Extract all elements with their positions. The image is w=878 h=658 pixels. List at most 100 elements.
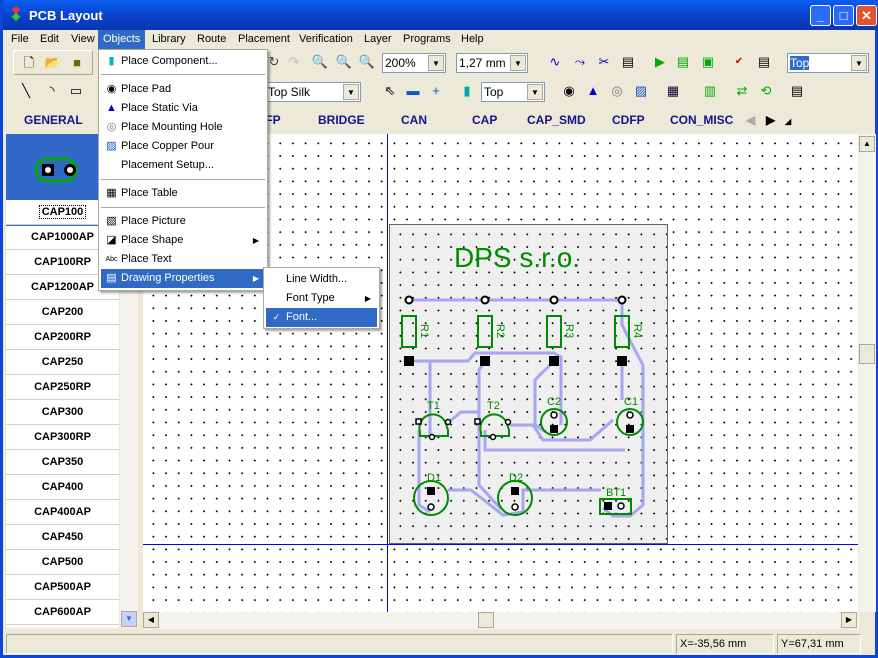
list-item[interactable]: CAP400 bbox=[6, 475, 119, 500]
tab-bridge[interactable]: BRIDGE bbox=[318, 113, 365, 127]
layer-combo[interactable]: Top ▼ bbox=[787, 53, 869, 73]
zoom-fit-icon[interactable]: 🔍 bbox=[358, 53, 376, 71]
minimize-button[interactable]: _ bbox=[810, 5, 831, 26]
list-item[interactable]: CAP500AP bbox=[6, 575, 119, 600]
line-tool-icon[interactable]: ╲ bbox=[17, 82, 35, 100]
menu-item-place-text[interactable]: Abc Place Text bbox=[101, 250, 265, 269]
menu-file[interactable]: File bbox=[6, 30, 34, 49]
menu-item-place-picture[interactable]: ▧ Place Picture bbox=[101, 212, 265, 231]
drc-report-icon[interactable]: ▤ bbox=[755, 53, 773, 71]
menu-objects[interactable]: Objects bbox=[98, 30, 146, 49]
tab-general[interactable]: GENERAL bbox=[24, 113, 83, 127]
zoom-out-icon[interactable]: 🔍 bbox=[335, 53, 353, 71]
drc-check-icon[interactable]: ✔ bbox=[730, 53, 748, 71]
scroll-thumb[interactable] bbox=[478, 612, 494, 628]
tab-cap[interactable]: CAP bbox=[472, 113, 497, 127]
list-item[interactable]: CAP300 bbox=[6, 400, 119, 425]
unroute-icon[interactable]: ✂ bbox=[595, 53, 613, 71]
menu-placement[interactable]: Placement bbox=[233, 30, 295, 49]
menu-edit[interactable]: Edit bbox=[35, 30, 64, 49]
tab-con-misc[interactable]: CON_MISC bbox=[670, 113, 733, 127]
scroll-left-icon[interactable]: ◀ bbox=[143, 612, 159, 628]
menu-item-place-component[interactable]: ▮ Place Component... bbox=[101, 52, 265, 71]
route-auto-icon[interactable]: ⤳ bbox=[571, 53, 589, 71]
menu-item-font-type[interactable]: Font Type ▶ bbox=[266, 289, 377, 308]
menu-route[interactable]: Route bbox=[192, 30, 231, 49]
list-item[interactable]: CAP300RP bbox=[6, 425, 119, 450]
run-icon[interactable]: ▶ bbox=[651, 53, 669, 71]
board-icon[interactable]: ▣ bbox=[699, 53, 717, 71]
scroll-thumb[interactable] bbox=[859, 344, 875, 364]
menu-item-place-static-via[interactable]: ▲ Place Static Via bbox=[101, 99, 265, 118]
zoom-in-icon[interactable]: 🔍 bbox=[311, 53, 329, 71]
pcb-board[interactable] bbox=[389, 224, 668, 544]
menu-item-drawing-properties[interactable]: ▤ Drawing Properties ▶ bbox=[101, 269, 265, 288]
menu-item-font[interactable]: ✓ Font... bbox=[266, 308, 377, 327]
chevron-down-icon[interactable]: ▼ bbox=[510, 55, 526, 71]
scroll-right-icon[interactable]: ▶ bbox=[841, 612, 857, 628]
horizontal-scrollbar[interactable]: ◀ ▶ bbox=[143, 612, 859, 629]
close-button[interactable]: ✕ bbox=[856, 5, 877, 26]
pad-layer-combo[interactable]: Top ▼ bbox=[481, 82, 545, 102]
via-icon[interactable]: ▲ bbox=[584, 82, 602, 100]
open-folder-icon[interactable]: 📂 bbox=[44, 54, 62, 72]
zoom-combo[interactable]: 200% ▼ bbox=[382, 53, 446, 73]
tab-scroll-left-icon[interactable]: ◀ bbox=[746, 113, 755, 127]
scroll-up-icon[interactable]: ▲ bbox=[859, 136, 875, 152]
align-icon[interactable]: ▥ bbox=[701, 82, 719, 100]
menu-item-place-mounting-hole[interactable]: ◎ Place Mounting Hole bbox=[101, 118, 265, 137]
menu-item-place-copper-pour[interactable]: ▨ Place Copper Pour bbox=[101, 137, 265, 156]
rectangle-tool-icon[interactable]: ▭ bbox=[67, 82, 85, 100]
chevron-down-icon[interactable]: ▼ bbox=[428, 55, 444, 71]
menu-verification[interactable]: Verification bbox=[294, 30, 358, 49]
crosshair-icon[interactable]: + bbox=[427, 82, 445, 100]
tab-scroll-right-icon[interactable]: ▶ bbox=[766, 113, 775, 127]
menu-help[interactable]: Help bbox=[456, 30, 489, 49]
list-item[interactable]: CAP450 bbox=[6, 525, 119, 550]
chevron-down-icon[interactable]: ▼ bbox=[851, 55, 867, 71]
list-item[interactable]: CAP250RP bbox=[6, 375, 119, 400]
list-item[interactable]: CAP250 bbox=[6, 350, 119, 375]
menu-view[interactable]: View bbox=[66, 30, 100, 49]
list-item[interactable]: CAP200RP bbox=[6, 325, 119, 350]
list-item[interactable]: CAP600AP bbox=[6, 600, 119, 625]
select-pointer-icon[interactable]: ⇖ bbox=[381, 82, 399, 100]
pad-icon[interactable]: ◉ bbox=[560, 82, 578, 100]
menu-layer[interactable]: Layer bbox=[359, 30, 397, 49]
vertical-scrollbar[interactable]: ▲ bbox=[859, 134, 876, 612]
silk-layer-combo[interactable]: Top Silk ▼ bbox=[265, 82, 361, 102]
route-report-icon[interactable]: ▤ bbox=[619, 53, 637, 71]
new-file-icon[interactable]: 🗋 bbox=[20, 54, 38, 72]
menu-item-place-shape[interactable]: ◪ Place Shape ▶ bbox=[101, 231, 265, 250]
tab-cap-smd[interactable]: CAP_SMD bbox=[527, 113, 586, 127]
arc-tool-icon[interactable]: ◝ bbox=[43, 82, 61, 100]
tab-menu-icon[interactable]: ◢ bbox=[785, 117, 791, 126]
scroll-down-icon[interactable]: ▼ bbox=[121, 611, 137, 627]
menu-library[interactable]: Library bbox=[147, 30, 191, 49]
mounting-hole-icon[interactable]: ◎ bbox=[608, 82, 626, 100]
maximize-button[interactable]: □ bbox=[833, 5, 854, 26]
route-icon[interactable]: ∿ bbox=[546, 53, 564, 71]
run-report-icon[interactable]: ▤ bbox=[674, 53, 692, 71]
menu-item-place-pad[interactable]: ◉ Place Pad bbox=[101, 80, 265, 99]
table-icon[interactable]: ▦ bbox=[664, 82, 682, 100]
tab-cdfp[interactable]: CDFP bbox=[612, 113, 645, 127]
chevron-down-icon[interactable]: ▼ bbox=[343, 84, 359, 100]
list-item[interactable]: CAP500 bbox=[6, 550, 119, 575]
save-icon[interactable]: ■ bbox=[68, 54, 86, 72]
measure-icon[interactable]: ▬ bbox=[404, 82, 422, 100]
swap-icon[interactable]: ⇄ bbox=[733, 82, 751, 100]
menu-programs[interactable]: Programs bbox=[398, 30, 456, 49]
list-item[interactable]: CAP400AP bbox=[6, 500, 119, 525]
tab-can[interactable]: CAN bbox=[401, 113, 427, 127]
menu-item-place-table[interactable]: ▦ Place Table bbox=[101, 184, 265, 203]
grid-combo[interactable]: 1,27 mm ▼ bbox=[456, 53, 528, 73]
list-item[interactable]: CAP350 bbox=[6, 450, 119, 475]
rotate-icon[interactable]: ⟲ bbox=[757, 82, 775, 100]
menu-item-line-width[interactable]: Line Width... bbox=[266, 270, 377, 289]
chevron-down-icon[interactable]: ▼ bbox=[527, 84, 543, 100]
component-props-icon[interactable]: ▤ bbox=[788, 82, 806, 100]
menu-item-placement-setup[interactable]: Placement Setup... bbox=[101, 156, 265, 175]
copper-pour-icon[interactable]: ▨ bbox=[632, 82, 650, 100]
component-icon[interactable]: ▮ bbox=[458, 82, 476, 100]
